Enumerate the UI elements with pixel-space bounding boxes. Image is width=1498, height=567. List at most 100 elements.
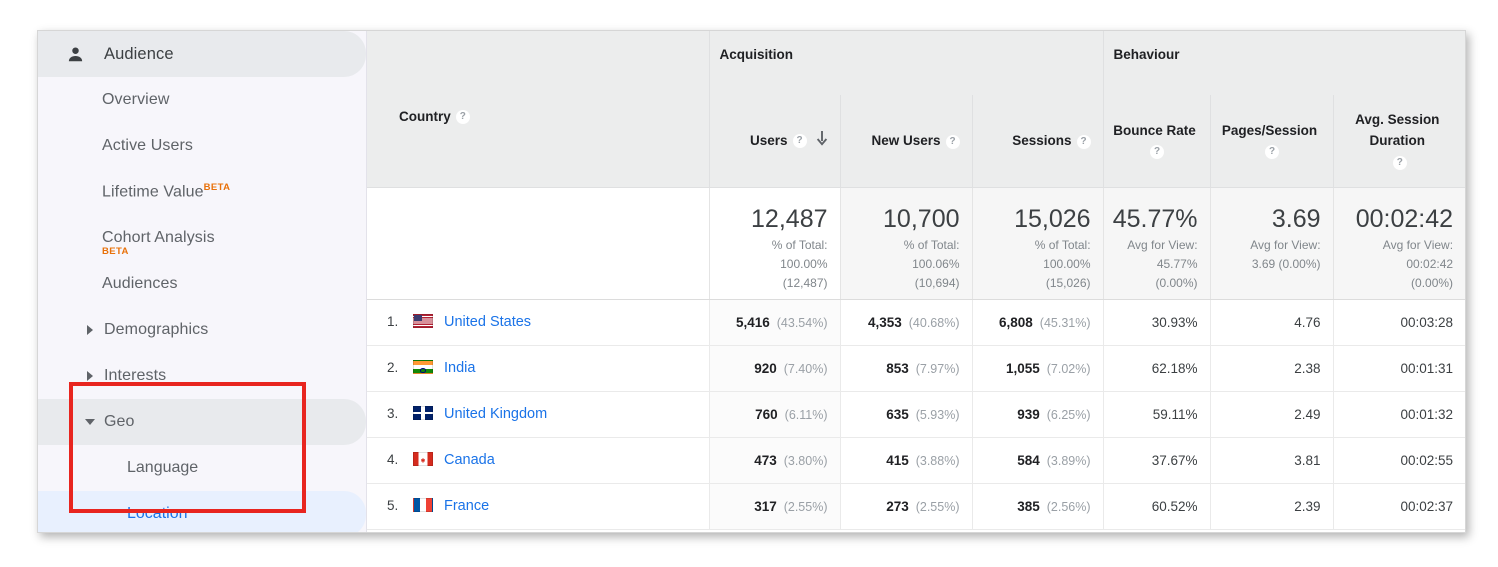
row-rank: 2.: [387, 360, 399, 375]
summary-users-sub3: (12,487): [782, 275, 828, 290]
sessions-percent: (3.89%): [1046, 453, 1091, 468]
sidebar-item-label-lifetime-value: Lifetime ValueBETA: [102, 182, 230, 201]
person-icon: [64, 45, 86, 64]
beta-badge-lifetime-value: BETA: [203, 182, 231, 194]
summary-sessions-sub1: % of Total:: [1034, 237, 1091, 252]
users-percent: (6.11%): [784, 407, 828, 422]
cohort-analysis-text: Cohort Analysis: [102, 229, 215, 246]
sidebar-section-header-audience[interactable]: Audience: [38, 31, 366, 77]
summary-cell-new-users: 10,700 % of Total: 100.06% (10,694): [839, 187, 972, 300]
sidebar-item-cohort-analysis[interactable]: Cohort Analysis BETA: [38, 215, 366, 261]
users-percent: (2.55%): [783, 499, 828, 514]
sessions-value: 385: [1017, 498, 1040, 514]
help-icon[interactable]: ?: [792, 134, 807, 149]
help-icon[interactable]: ?: [1076, 134, 1091, 149]
column-header-new-users[interactable]: New Users?: [839, 95, 972, 188]
new-users-percent: (40.68%): [908, 315, 960, 330]
cell-new-users: 415 (3.88%): [839, 437, 972, 484]
table-row: 3. United Kingdom 760 (6.11%) 635 (5.93%) 9…: [367, 391, 1465, 438]
summary-bounce-rate-sub1: Avg for View:: [1127, 237, 1198, 252]
help-icon[interactable]: ?: [945, 134, 960, 149]
users-percent: (7.40%): [783, 361, 828, 376]
summary-avg-duration-sub3: (0.00%): [1411, 275, 1454, 290]
bounce-rate-value: 59.11%: [1152, 406, 1198, 422]
column-header-sessions[interactable]: Sessions?: [971, 95, 1104, 188]
country-link[interactable]: France: [444, 498, 489, 514]
summary-pages-session-sub1: Avg for View:: [1250, 237, 1321, 252]
summary-bounce-rate-sub3: (0.00%): [1155, 275, 1198, 290]
sidebar-item-interests[interactable]: Interests: [38, 353, 366, 399]
country-link[interactable]: United States: [444, 314, 531, 330]
sidebar-item-label-cohort-analysis: Cohort Analysis BETA: [102, 229, 215, 257]
avg-duration-value: 00:03:28: [1400, 314, 1454, 330]
cell-users: 5,416 (43.54%): [708, 299, 840, 346]
column-header-users[interactable]: Users?: [708, 95, 840, 188]
help-icon[interactable]: ?: [1150, 145, 1165, 160]
bounce-rate-header-label: Bounce Rate: [1113, 122, 1196, 138]
new-users-value: 4,353: [867, 314, 902, 330]
avg-duration-value: 00:02:55: [1400, 452, 1454, 468]
pages-session-value: 4.76: [1294, 314, 1321, 330]
sidebar-item-audiences[interactable]: Audiences: [38, 261, 366, 307]
sidebar-item-overview[interactable]: Overview: [38, 77, 366, 123]
column-header-avg-session-duration[interactable]: Avg. Session Duration?: [1332, 95, 1465, 188]
country-header-label: Country: [399, 109, 451, 125]
sidebar-item-geo[interactable]: Geo: [38, 399, 366, 445]
bounce-rate-value: 60.52%: [1151, 498, 1198, 514]
users-value: 760: [755, 406, 778, 422]
cell-users: 760 (6.11%): [708, 391, 840, 438]
column-header-bounce-rate[interactable]: Bounce Rate?: [1102, 95, 1211, 188]
summary-cell-users: 12,487 % of Total: 100.00% (12,487): [708, 187, 840, 300]
country-link[interactable]: Canada: [444, 452, 495, 468]
row-rank: 5.: [387, 498, 399, 513]
cell-avg-duration: 00:01:32: [1332, 391, 1465, 438]
group-header-behaviour: Behaviour: [1102, 31, 1465, 95]
new-users-percent: (5.93%): [915, 407, 960, 422]
sidebar-item-demographics[interactable]: Demographics: [38, 307, 366, 353]
country-link[interactable]: United Kingdom: [444, 406, 547, 422]
cell-pages-session: 4.76: [1209, 299, 1334, 346]
avg-duration-value: 00:01:32: [1400, 406, 1454, 422]
summary-sessions-sub3: (15,026): [1045, 275, 1091, 290]
summary-new-users-sub2: 100.06%: [912, 256, 960, 271]
sidebar-item-label-language: Language: [127, 459, 199, 476]
sidebar-item-label-active-users: Active Users: [102, 137, 193, 154]
pages-session-value: 2.38: [1294, 360, 1321, 376]
arrow-down-icon[interactable]: [816, 130, 828, 152]
cell-avg-duration: 00:02:37: [1332, 483, 1465, 530]
pages-session-value: 3.81: [1294, 452, 1321, 468]
users-value: 920: [754, 360, 777, 376]
sidebar-item-label-location: Location: [127, 505, 188, 522]
sessions-header-label: Sessions: [1012, 133, 1072, 149]
column-header-pages-session[interactable]: Pages/Session?: [1209, 95, 1334, 188]
avg-duration-value: 00:01:31: [1400, 360, 1454, 376]
summary-new-users-sub3: (10,694): [914, 275, 960, 290]
sidebar-item-language[interactable]: Language: [38, 445, 366, 491]
sessions-value: 6,808: [999, 314, 1033, 330]
country-link[interactable]: India: [444, 360, 475, 376]
cell-new-users: 635 (5.93%): [839, 391, 972, 438]
table-row: 1. United States 5,416 (43.54%) 4,353 (40.6…: [367, 299, 1465, 346]
summary-new-users-sub1: % of Total:: [903, 237, 960, 252]
sidebar-item-label-geo: Geo: [104, 413, 135, 430]
cell-new-users: 273 (2.55%): [839, 483, 972, 530]
column-header-country[interactable]: Country?: [367, 31, 709, 188]
sidebar-item-label-overview: Overview: [102, 91, 170, 108]
cell-bounce-rate: 62.18%: [1102, 345, 1211, 392]
sidebar-item-lifetime-value[interactable]: Lifetime ValueBETA: [38, 169, 366, 215]
sidebar-item-active-users[interactable]: Active Users: [38, 123, 366, 169]
help-icon[interactable]: ?: [1265, 145, 1280, 160]
users-value: 5,416: [735, 314, 770, 330]
chevron-down-icon: [82, 418, 98, 426]
help-icon[interactable]: ?: [1392, 155, 1407, 170]
sessions-value: 584: [1017, 452, 1040, 468]
cell-pages-session: 2.39: [1209, 483, 1334, 530]
users-value: 317: [754, 498, 777, 514]
sidebar-item-location[interactable]: Location: [38, 491, 366, 532]
cell-new-users: 853 (7.97%): [839, 345, 972, 392]
cell-pages-session: 2.49: [1209, 391, 1334, 438]
cell-users: 920 (7.40%): [708, 345, 840, 392]
summary-bounce-rate-sub2: 45.77%: [1156, 256, 1198, 271]
help-icon[interactable]: ?: [455, 110, 470, 125]
users-value: 473: [754, 452, 777, 468]
